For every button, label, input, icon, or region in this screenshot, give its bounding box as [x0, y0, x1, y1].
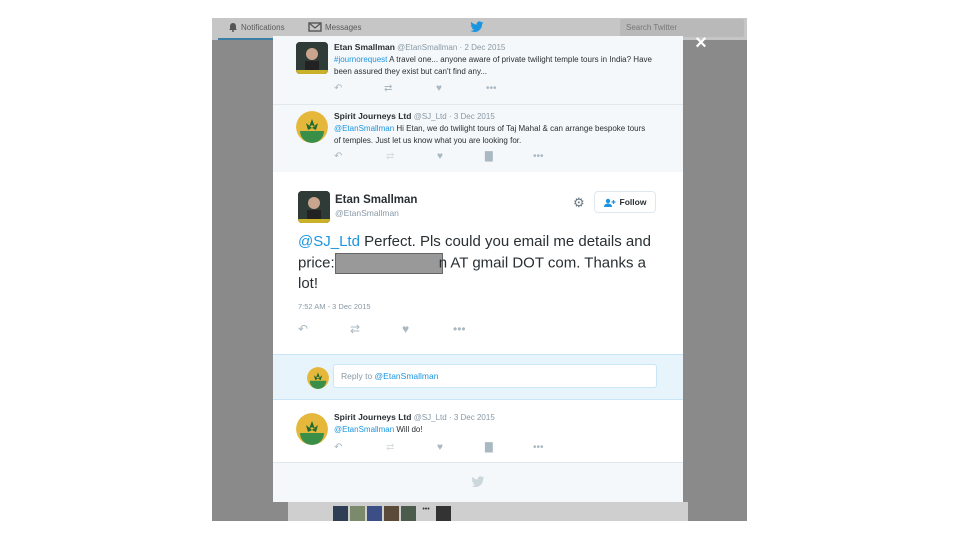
gear-icon[interactable]: ⚙ — [573, 195, 585, 211]
reply-box: Reply to @EtanSmallman — [273, 354, 683, 400]
heart-icon[interactable]: ♥ — [437, 442, 485, 453]
mention-link[interactable]: @EtanSmallman — [334, 124, 394, 133]
tweet-header: Spirit Journeys Ltd @SJ_Ltd · 3 Dec 2015 — [334, 412, 495, 422]
tweet-date[interactable]: 2 Dec 2015 — [464, 43, 505, 52]
author-handle[interactable]: @SJ_Ltd — [414, 112, 447, 121]
tweet-header: Etan Smallman @EtanSmallman · 2 Dec 2015 — [334, 42, 506, 52]
avatar[interactable] — [436, 506, 451, 521]
tweet-actions: ↶ ⇄ ♥ ▇ ••• — [334, 442, 544, 453]
reply-icon[interactable]: ↶ — [334, 83, 384, 94]
heart-icon[interactable]: ♥ — [436, 83, 486, 94]
search-input[interactable]: Search Twitter — [620, 19, 744, 37]
twitter-bird-icon — [471, 476, 485, 488]
context-tweet[interactable]: Spirit Journeys Ltd @SJ_Ltd · 3 Dec 2015… — [273, 105, 683, 172]
author-name[interactable]: Spirit Journeys Ltd — [334, 412, 411, 422]
tweet-actions: ↶ ⇄ ♥ ••• — [334, 83, 497, 94]
follow-label: Follow — [619, 197, 647, 207]
more-icon[interactable]: ••• — [486, 83, 497, 94]
envelope-icon — [308, 22, 322, 32]
tweet-timestamp[interactable]: 7:52 AM - 3 Dec 2015 — [298, 302, 371, 311]
author-name[interactable]: Etan Smallman — [334, 42, 395, 52]
tweet-date[interactable]: 3 Dec 2015 — [454, 413, 495, 422]
close-icon[interactable]: × — [690, 32, 712, 54]
hashtag-link[interactable]: #journorequest — [334, 55, 387, 64]
tweet-actions: ↶ ⇄ ♥ ••• — [298, 322, 466, 336]
avatar[interactable] — [296, 42, 328, 74]
follow-button[interactable]: Follow — [594, 191, 656, 213]
tweet-permalink-modal: Etan Smallman @EtanSmallman · 2 Dec 2015… — [273, 36, 683, 502]
nav-messages-label: Messages — [325, 22, 362, 32]
tweet-date[interactable]: 3 Dec 2015 — [454, 112, 495, 121]
mention-link[interactable]: @EtanSmallman — [334, 425, 394, 434]
tweet-text: @EtanSmallman Will do! — [334, 424, 646, 436]
retweet-icon: ⇄ — [386, 442, 395, 453]
retweeters-avatars: ••• — [333, 506, 451, 521]
mention-link[interactable]: @SJ_Ltd — [298, 233, 360, 250]
reply-icon[interactable]: ↶ — [298, 322, 350, 336]
reply-tweet[interactable]: Spirit Journeys Ltd @SJ_Ltd · 3 Dec 2015… — [273, 406, 683, 462]
avatar[interactable] — [296, 413, 328, 445]
author-name[interactable]: Etan Smallman — [335, 194, 417, 206]
reply-icon[interactable]: ↶ — [334, 442, 386, 453]
author-handle[interactable]: @EtanSmallman — [335, 208, 399, 218]
tweet-header: Spirit Journeys Ltd @SJ_Ltd · 3 Dec 2015 — [334, 111, 495, 121]
avatar[interactable] — [298, 191, 330, 223]
nav-notifications-label: Notifications — [241, 22, 285, 32]
tweet-text: @SJ_Ltd Perfect. Pls could you email me … — [298, 232, 658, 294]
retweet-icon: ⇄ — [386, 151, 395, 162]
modal-footer — [273, 462, 683, 502]
redaction-box — [334, 252, 443, 274]
bell-icon — [229, 23, 237, 32]
tweet-text: @EtanSmallman Hi Etan, we do twilight to… — [334, 123, 646, 146]
author-name[interactable]: Spirit Journeys Ltd — [334, 111, 411, 121]
tweet-text: #journorequest A travel one... anyone aw… — [334, 54, 664, 77]
context-tweet[interactable]: Etan Smallman @EtanSmallman · 2 Dec 2015… — [273, 36, 683, 104]
nav-messages[interactable]: Messages — [308, 22, 361, 32]
avatar[interactable] — [384, 506, 399, 521]
retweet-icon[interactable]: ⇄ — [384, 83, 436, 94]
main-tweet: Etan Smallman @EtanSmallman ⚙ Follow @SJ… — [273, 172, 683, 354]
analytics-icon[interactable]: ▇ — [485, 151, 533, 162]
nav-notifications[interactable]: Notifications — [228, 22, 285, 32]
heart-icon[interactable]: ♥ — [437, 151, 485, 162]
follow-user-icon — [603, 198, 616, 207]
tweet-actions: ↶ ⇄ ♥ ▇ ••• — [334, 151, 544, 162]
author-handle[interactable]: @SJ_Ltd — [414, 413, 447, 422]
reply-mention: @EtanSmallman — [374, 371, 439, 381]
reply-icon[interactable]: ↶ — [334, 151, 386, 162]
avatar[interactable] — [367, 506, 382, 521]
more-avatars-indicator[interactable]: ••• — [418, 506, 434, 521]
reply-prefix: Reply to — [341, 371, 375, 381]
avatar — [307, 367, 329, 389]
heart-icon[interactable]: ♥ — [402, 322, 453, 336]
tweet-body: Will do! — [394, 425, 423, 434]
avatar[interactable] — [296, 111, 328, 143]
retweet-icon[interactable]: ⇄ — [350, 322, 402, 336]
reply-input[interactable]: Reply to @EtanSmallman — [333, 364, 657, 388]
avatar[interactable] — [401, 506, 416, 521]
more-icon[interactable]: ••• — [533, 151, 544, 162]
analytics-icon[interactable]: ▇ — [485, 442, 533, 453]
more-icon[interactable]: ••• — [533, 442, 544, 453]
avatar[interactable] — [333, 506, 348, 521]
more-icon[interactable]: ••• — [453, 322, 466, 336]
author-handle[interactable]: @EtanSmallman — [397, 43, 457, 52]
avatar[interactable] — [350, 506, 365, 521]
